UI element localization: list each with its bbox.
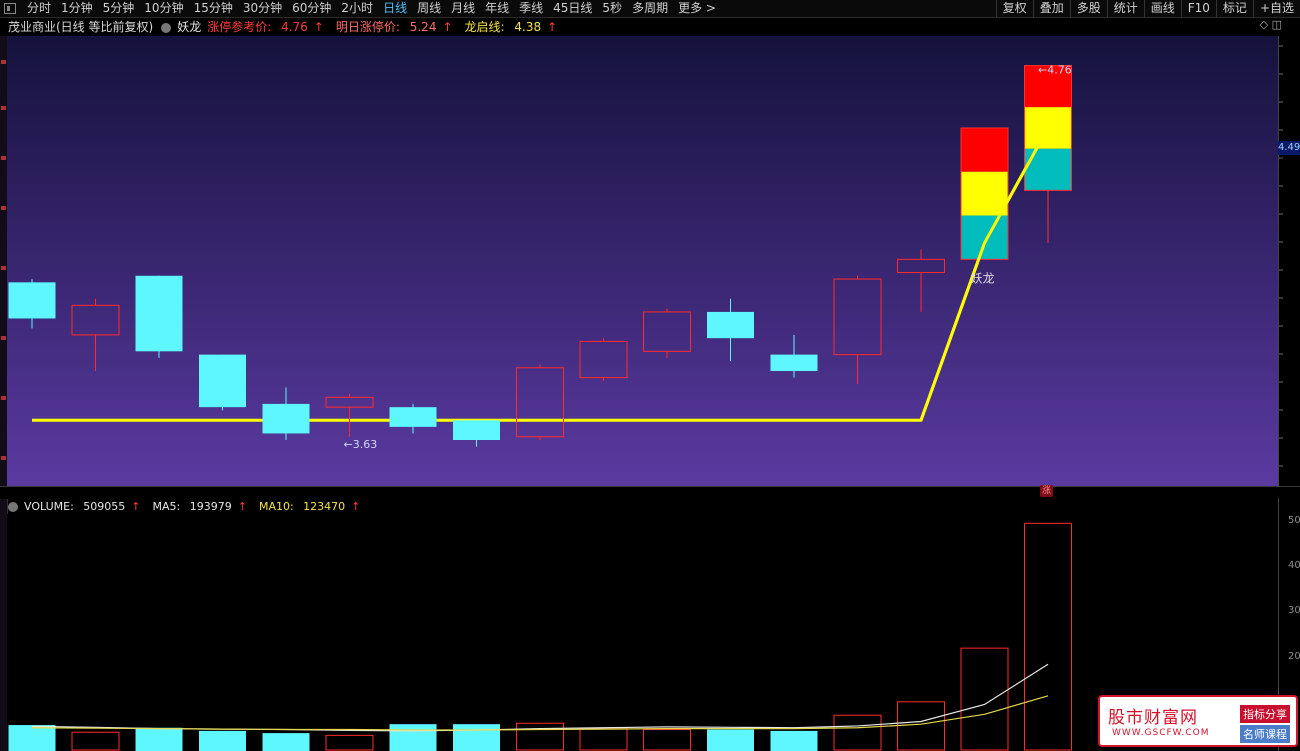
dragon-line-value: 龙启线: 4.38 ↑ — [464, 20, 558, 34]
period-tab[interactable]: 季线 — [514, 0, 548, 17]
panel-controls-icon[interactable]: ◇ ◫ — [1260, 18, 1282, 31]
toolbar-action-button[interactable]: 复权 — [995, 0, 1033, 17]
period-tab[interactable]: 30分钟 — [238, 0, 287, 17]
yaolong-label: 妖龙 — [971, 271, 995, 285]
toolbar-action-button[interactable]: 叠加 — [1032, 0, 1070, 17]
volume-tick-label: 40 — [1288, 560, 1300, 571]
period-toolbar: 分时 1分钟 5分钟 10分钟 15分钟 30分钟 60分钟 2小时 日线 周线 月线 年线 季线 45日… — [0, 0, 1300, 18]
period-tab[interactable]: 5分钟 — [98, 0, 140, 17]
period-tab[interactable]: 分时 — [22, 0, 56, 17]
site-watermark: 股市财富网 WWW.GSCFW.COM 指标分享 名师课程 — [1098, 695, 1298, 747]
price-chart[interactable]: ←3.63 ←4.76 妖龙 — [7, 36, 1278, 486]
period-tabs: 分时 1分钟 5分钟 10分钟 15分钟 30分钟 60分钟 2小时 日线 周线 月线 年线 季线 45日… — [22, 0, 721, 17]
price-axis — [1278, 36, 1300, 486]
volume-tick-label: 30 — [1288, 605, 1300, 616]
period-tab[interactable]: 1分钟 — [56, 0, 98, 17]
volume-bar — [262, 733, 310, 751]
toolbar-action-button[interactable]: 多股 — [1069, 0, 1107, 17]
candlestick — [135, 275, 183, 358]
volume-readout: VOLUME: 509055 ↑ — [24, 499, 141, 513]
toolbar-action-button[interactable]: 画线 — [1143, 0, 1181, 17]
period-tab[interactable]: 45日线 — [548, 0, 597, 17]
candlestick — [199, 354, 246, 411]
period-tab[interactable]: 10分钟 — [139, 0, 188, 17]
tomorrow-limit-price: 明日涨停价: 5.24 ↑ — [335, 20, 453, 34]
watermark-url: WWW.GSCFW.COM — [1112, 728, 1210, 738]
limit-up-marker: 涨 — [1040, 485, 1053, 497]
volume-bar — [8, 725, 56, 751]
volume-bar — [707, 729, 754, 751]
indicator-toggle-icon[interactable] — [161, 22, 172, 33]
stock-title: 茂业商业(日线 等比前复权) — [8, 20, 154, 34]
period-tab[interactable]: 更多 > — [673, 0, 721, 17]
toolbar-action-button[interactable]: 统计 — [1106, 0, 1144, 17]
volume-tick-label: 50 — [1288, 515, 1300, 526]
period-tab[interactable]: 年线 — [480, 0, 514, 17]
ma10-readout: MA10: 123470 ↑ — [258, 499, 361, 513]
toolbar-action-button[interactable]: +自选 — [1252, 0, 1300, 17]
volume-chart[interactable] — [7, 514, 1278, 751]
candlestick — [960, 127, 1009, 260]
indicator-info-bar: 茂业商业(日线 等比前复权) 妖龙 涨停参考价: 4.76 ↑ 明日涨停价: 5.… — [0, 18, 1300, 35]
current-price-tag: 4.49 — [1278, 141, 1300, 155]
volume-bar — [389, 724, 437, 751]
period-tab[interactable]: 月线 — [446, 0, 480, 17]
volume-bar — [135, 727, 183, 751]
high-price-label: ←4.76 — [1038, 64, 1072, 77]
period-tab[interactable]: 15分钟 — [189, 0, 238, 17]
volume-bar — [770, 730, 818, 751]
watermark-tag-course: 名师课程 — [1240, 725, 1290, 743]
period-tab[interactable]: 5秒 — [597, 0, 627, 17]
period-tab[interactable]: 周线 — [412, 0, 446, 17]
toolbar-action-button[interactable]: 标记 — [1215, 0, 1253, 17]
low-price-label: ←3.63 — [344, 438, 378, 451]
limit-ref-price: 涨停参考价: 4.76 ↑ — [207, 20, 324, 34]
volume-bar — [199, 730, 246, 751]
indicator-name[interactable]: 妖龙 — [177, 18, 201, 35]
period-tab[interactable]: 2小时 — [336, 0, 378, 17]
toolbar-right-actions: 复权 叠加 多股 统计 画线 F10 标记 +自选 — [995, 0, 1300, 17]
period-tab[interactable]: 60分钟 — [287, 0, 336, 17]
period-tab[interactable]: 日线 — [378, 0, 412, 17]
watermark-title: 股市财富网 — [1108, 708, 1198, 728]
volume-tick-label: 20 — [1288, 651, 1300, 662]
volume-toggle-icon[interactable] — [8, 502, 18, 512]
ma5-readout: MA5: 193979 ↑ — [152, 499, 247, 513]
volume-info-bar: VOLUME: 509055 ↑ MA5: 193979 ↑ MA10: 12347… — [0, 498, 1300, 514]
panel-toggle-icon[interactable] — [4, 3, 16, 14]
toolbar-action-button[interactable]: F10 — [1180, 0, 1216, 17]
watermark-tag-share: 指标分享 — [1240, 705, 1290, 723]
period-tab[interactable]: 多周期 — [627, 0, 673, 17]
volume-bar — [453, 724, 500, 751]
